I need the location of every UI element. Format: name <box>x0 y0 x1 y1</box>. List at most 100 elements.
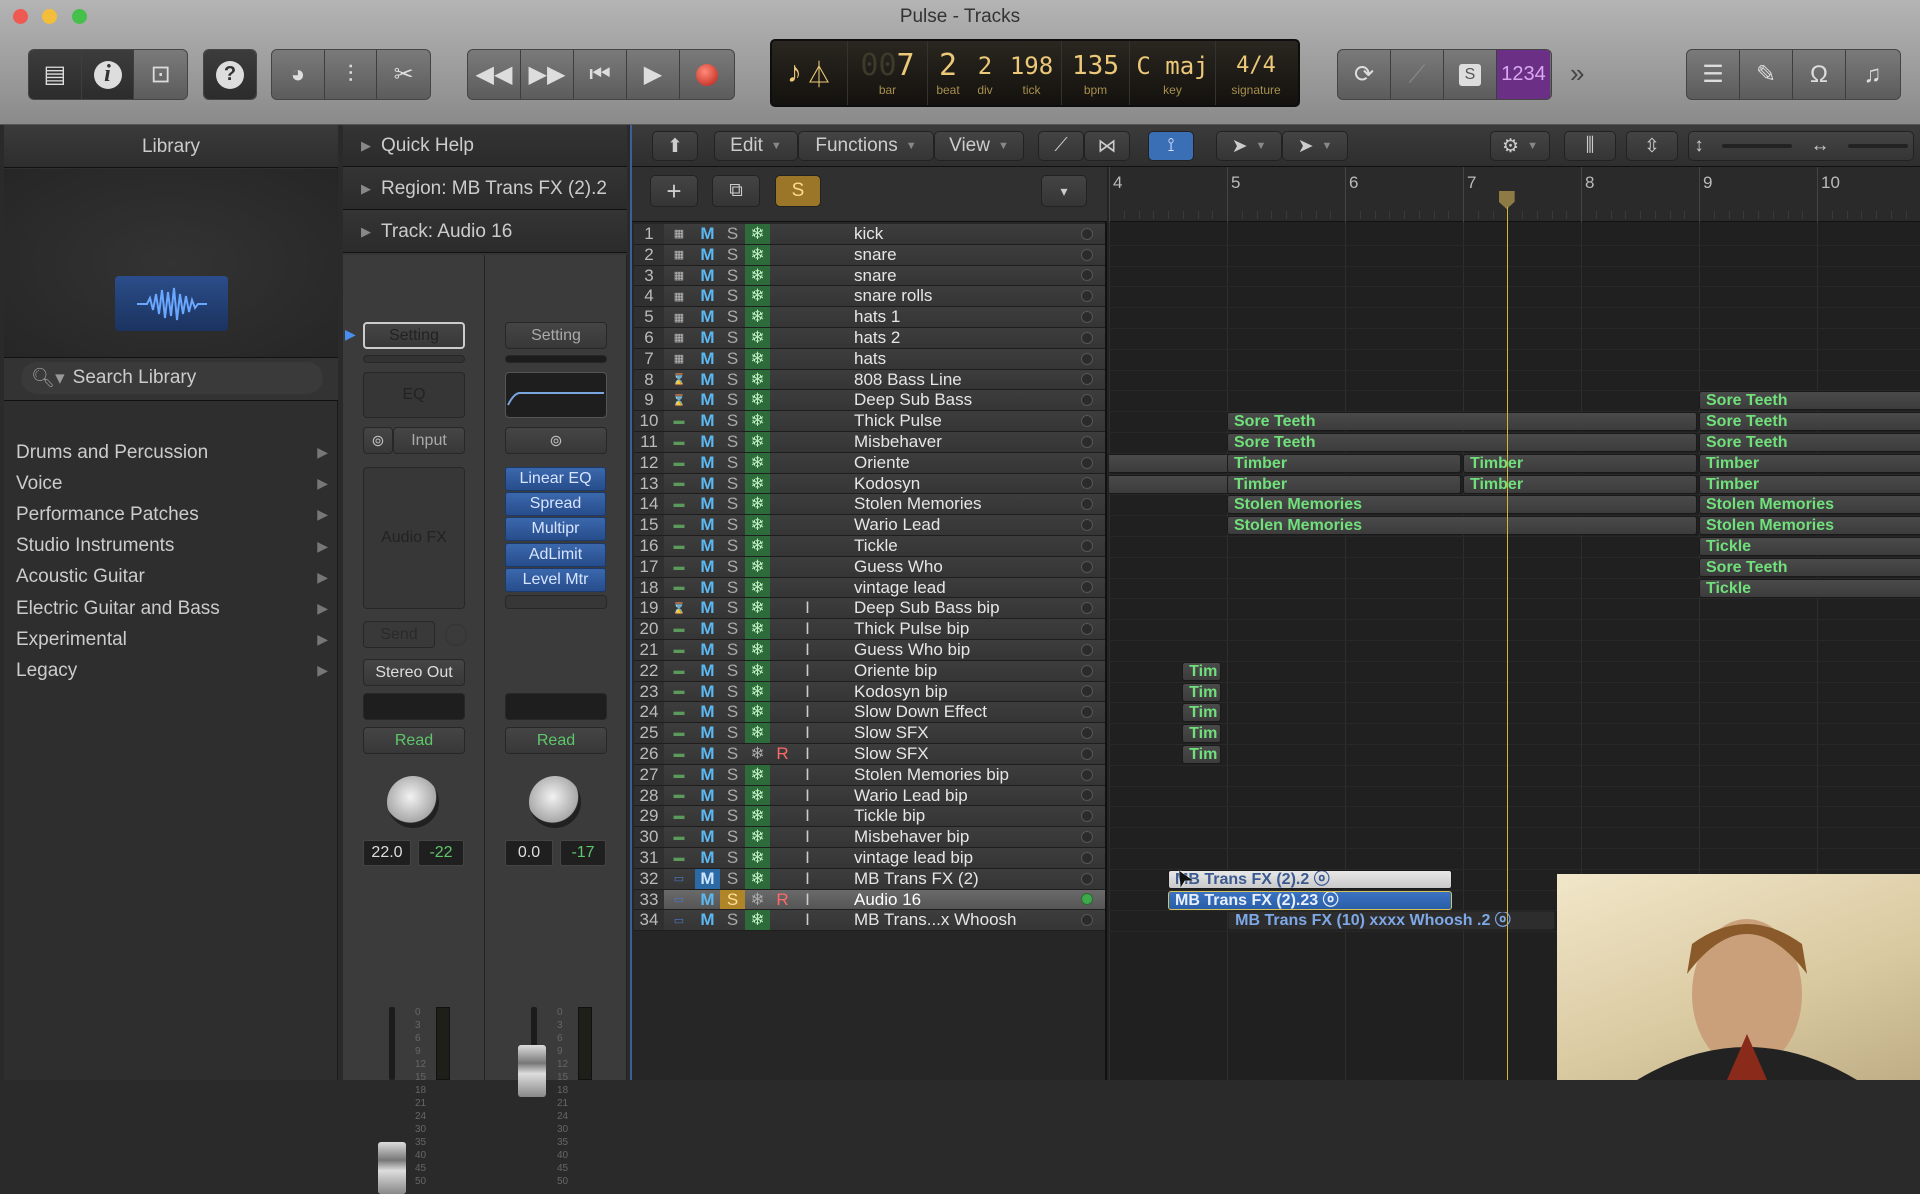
freeze-button[interactable]: ❄ <box>745 411 770 431</box>
record-enable-button[interactable] <box>770 536 795 556</box>
mute-button[interactable]: M <box>695 453 720 473</box>
track-name[interactable]: vintage lead bip <box>854 848 1074 868</box>
track-on-off-button[interactable] <box>1077 390 1097 410</box>
play-button[interactable]: ▶ <box>627 50 680 99</box>
track-on-off-button[interactable] <box>1077 245 1097 265</box>
mute-button[interactable]: M <box>695 286 720 306</box>
functions-menu[interactable]: Functions ▼ <box>798 131 934 161</box>
solo-button[interactable]: S <box>720 328 745 348</box>
midi-region[interactable]: Timber <box>1463 474 1697 494</box>
track-on-off-button[interactable] <box>1077 640 1097 660</box>
track-inspector-section[interactable]: ▶ Track: Audio 16 <box>343 211 627 253</box>
record-enable-button[interactable] <box>770 702 795 722</box>
input-monitor-button[interactable]: I <box>795 806 820 826</box>
input-monitor-button[interactable] <box>795 349 820 369</box>
waveform-zoom-button[interactable]: ⫼ <box>1564 131 1616 161</box>
track-name[interactable]: Misbehaver <box>854 432 1074 452</box>
more-toolbar-button[interactable]: » <box>1570 58 1584 89</box>
freeze-button[interactable]: ❄ <box>745 245 770 265</box>
setting-button[interactable]: Setting <box>363 322 465 349</box>
input-monitor-button[interactable] <box>795 536 820 556</box>
freeze-button[interactable]: ❄ <box>745 286 770 307</box>
playhead[interactable] <box>1506 222 1508 1080</box>
track-row[interactable]: 19 ⌛ M S ❄ I Deep Sub Bass bip <box>634 598 1105 620</box>
library-category[interactable]: Drums and Percussion ▶ <box>16 437 328 468</box>
track-name[interactable]: hats 1 <box>854 307 1074 327</box>
plugin-slot[interactable]: AdLimit <box>505 542 606 567</box>
track-name[interactable]: Wario Lead bip <box>854 786 1074 806</box>
solo-button[interactable]: S <box>720 765 745 785</box>
record-enable-button[interactable] <box>770 557 795 577</box>
freeze-button[interactable]: ❄ <box>745 536 770 556</box>
freeze-button[interactable]: ❄ <box>745 515 770 535</box>
track-on-off-button[interactable] <box>1077 848 1097 868</box>
track-row[interactable]: 2 ▦ M S ❄ snare <box>634 245 1105 266</box>
track-on-off-button[interactable] <box>1077 536 1097 556</box>
record-enable-button[interactable] <box>770 307 795 327</box>
track-name[interactable]: Oriente <box>854 453 1074 473</box>
track-row[interactable]: 7 ▦ M S ❄ hats <box>634 349 1105 370</box>
signature-display[interactable]: 4/4 signature <box>1216 41 1296 105</box>
link-icon[interactable]: ⊚ <box>505 427 607 454</box>
track-on-off-button[interactable] <box>1077 349 1097 369</box>
zoom-to-fit-button[interactable]: ⇳ <box>1626 131 1678 161</box>
track-row[interactable]: 9 ⌛ M S ❄ Deep Sub Bass <box>634 390 1105 412</box>
track-row[interactable]: 31 ▬ M S ❄ Ivintage lead bip <box>634 848 1105 869</box>
solo-button[interactable]: S <box>720 869 745 889</box>
track-on-off-button[interactable] <box>1077 765 1097 785</box>
track-row[interactable]: 15 ▬ M S ❄ Wario Lead <box>634 515 1105 536</box>
track-on-off-button[interactable] <box>1077 453 1097 473</box>
mute-button[interactable]: M <box>695 598 720 618</box>
record-enable-button[interactable] <box>770 411 795 431</box>
input-monitor-button[interactable] <box>795 224 820 244</box>
fast-forward-button[interactable]: ▶▶ <box>521 50 574 99</box>
mute-button[interactable]: M <box>695 390 720 410</box>
plugin-slot[interactable]: Linear EQ <box>505 467 606 491</box>
track-row[interactable]: 4 ▦ M S ❄ snare rolls <box>634 286 1105 308</box>
input-monitor-button[interactable]: I <box>795 619 820 639</box>
library-category[interactable]: Experimental ▶ <box>16 624 328 655</box>
library-search-input[interactable]: 🔍︎▾ Search Library <box>21 362 323 394</box>
library-category[interactable]: Performance Patches ▶ <box>16 499 328 530</box>
quick-help-button[interactable]: ? <box>204 50 256 99</box>
audio-fx-slot[interactable]: Audio FX <box>363 467 465 609</box>
mute-button[interactable]: M <box>695 702 720 722</box>
left-click-tool-menu[interactable]: ➤ ▼ <box>1216 131 1282 161</box>
input-monitor-button[interactable] <box>795 515 820 535</box>
input-monitor-button[interactable]: I <box>795 786 820 806</box>
input-slot[interactable]: Input <box>393 427 465 454</box>
setting-button[interactable]: Setting <box>505 322 607 349</box>
freeze-button[interactable]: ❄ <box>745 266 770 286</box>
global-solo-button[interactable]: S <box>775 175 821 207</box>
solo-button[interactable]: S <box>720 640 745 660</box>
library-category[interactable]: Legacy ▶ <box>16 655 328 686</box>
record-button[interactable] <box>680 50 733 99</box>
track-row[interactable]: 11 ▬ M S ❄ Misbehaver <box>634 432 1105 453</box>
mute-button[interactable]: M <box>695 494 720 514</box>
region-inspector-section[interactable]: ▶ Region: MB Trans FX (2).2 <box>343 168 627 210</box>
catch-playhead-button[interactable]: ⟟ <box>1148 131 1194 161</box>
solo-button[interactable]: S <box>720 245 745 265</box>
pan-knob[interactable] <box>387 776 439 828</box>
track-name[interactable]: MB Trans FX (2) <box>854 869 1074 889</box>
key-display[interactable]: C maj key <box>1130 41 1216 105</box>
input-monitor-button[interactable]: I <box>795 890 820 910</box>
freeze-button[interactable]: ❄ <box>745 370 770 390</box>
automation-mode-button[interactable]: Read <box>363 727 465 754</box>
solo-button[interactable]: S <box>720 349 745 369</box>
mute-button[interactable]: M <box>695 328 720 348</box>
input-monitor-button[interactable] <box>795 453 820 473</box>
freeze-button[interactable]: ❄ <box>745 224 770 244</box>
mute-button[interactable]: M <box>695 640 720 660</box>
freeze-button[interactable]: ❄ <box>745 349 770 369</box>
freeze-button[interactable]: ❄ <box>745 494 770 515</box>
track-on-off-button[interactable] <box>1077 723 1097 743</box>
midi-region[interactable]: Tim <box>1182 661 1222 681</box>
track-on-off-button[interactable] <box>1077 286 1097 306</box>
input-monitor-button[interactable] <box>795 328 820 348</box>
track-row[interactable]: 1 ▦ M S ❄ kick <box>634 224 1105 245</box>
inspector-button[interactable]: i <box>81 50 135 99</box>
mute-button[interactable]: M <box>695 765 720 785</box>
solo-button[interactable]: S <box>720 370 745 390</box>
automation-button[interactable]: ⟋ <box>1038 131 1084 161</box>
